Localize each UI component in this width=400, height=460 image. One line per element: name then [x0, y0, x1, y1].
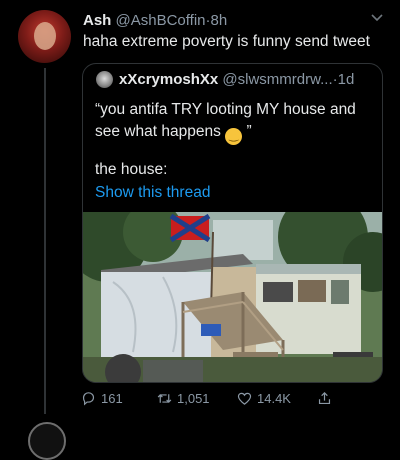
- quoted-author-handle[interactable]: @slwsmmrdrw...: [222, 71, 332, 88]
- tweet-actions: 161 1,051 14.4K: [80, 388, 380, 408]
- quoted-tweet-text: “you antifa TRY looting MY house and see…: [95, 99, 356, 145]
- smirking-face-emoji-icon: ‿: [225, 128, 243, 145]
- quoted-tweet-header: xXcrymoshXx @slwsmmrdrw...·1d: [119, 71, 354, 88]
- quoted-text-line-1: “you antifa TRY looting MY house and: [95, 101, 356, 118]
- retweet-icon: [157, 393, 172, 403]
- heart-icon: [237, 392, 252, 405]
- retweet-button[interactable]: 1,051: [156, 388, 210, 408]
- share-icon: [318, 391, 331, 404]
- tweet-time[interactable]: 8h: [211, 12, 228, 29]
- quoted-author-avatar[interactable]: [96, 71, 113, 88]
- share-button[interactable]: [316, 388, 337, 408]
- like-count: 14.4K: [257, 390, 291, 406]
- show-thread-link[interactable]: Show this thread: [95, 184, 210, 202]
- quoted-tweet[interactable]: xXcrymoshXx @slwsmmrdrw...·1d “you antif…: [82, 63, 383, 383]
- tweet[interactable]: Ash @AshBCoffin·8h haha extreme poverty …: [0, 0, 400, 460]
- chevron-down-icon[interactable]: [370, 12, 384, 26]
- reply-icon: [82, 391, 95, 405]
- thread-line: [44, 68, 46, 414]
- reply-button[interactable]: 161: [80, 388, 123, 408]
- author-name[interactable]: Ash: [83, 12, 111, 29]
- quoted-text-line-2: see what happens ‿ ”: [95, 121, 356, 145]
- quoted-text-line-2-start: see what happens: [95, 123, 221, 140]
- author-handle[interactable]: @AshBCoffin: [116, 12, 206, 29]
- quoted-tweet-time[interactable]: 1d: [338, 71, 355, 88]
- quoted-author-name[interactable]: xXcrymoshXx: [119, 71, 218, 88]
- quoted-text-line-3: the house:: [95, 161, 168, 178]
- reply-count: 161: [101, 390, 123, 406]
- house-photo[interactable]: [83, 212, 382, 382]
- quoted-text-line-2-end: ”: [246, 123, 252, 140]
- retweet-count: 1,051: [177, 390, 210, 406]
- tweet-text: haha extreme poverty is funny send tweet: [83, 33, 370, 50]
- like-button[interactable]: 14.4K: [236, 388, 291, 408]
- tweet-header: Ash @AshBCoffin·8h: [83, 12, 227, 29]
- author-avatar[interactable]: [18, 10, 71, 63]
